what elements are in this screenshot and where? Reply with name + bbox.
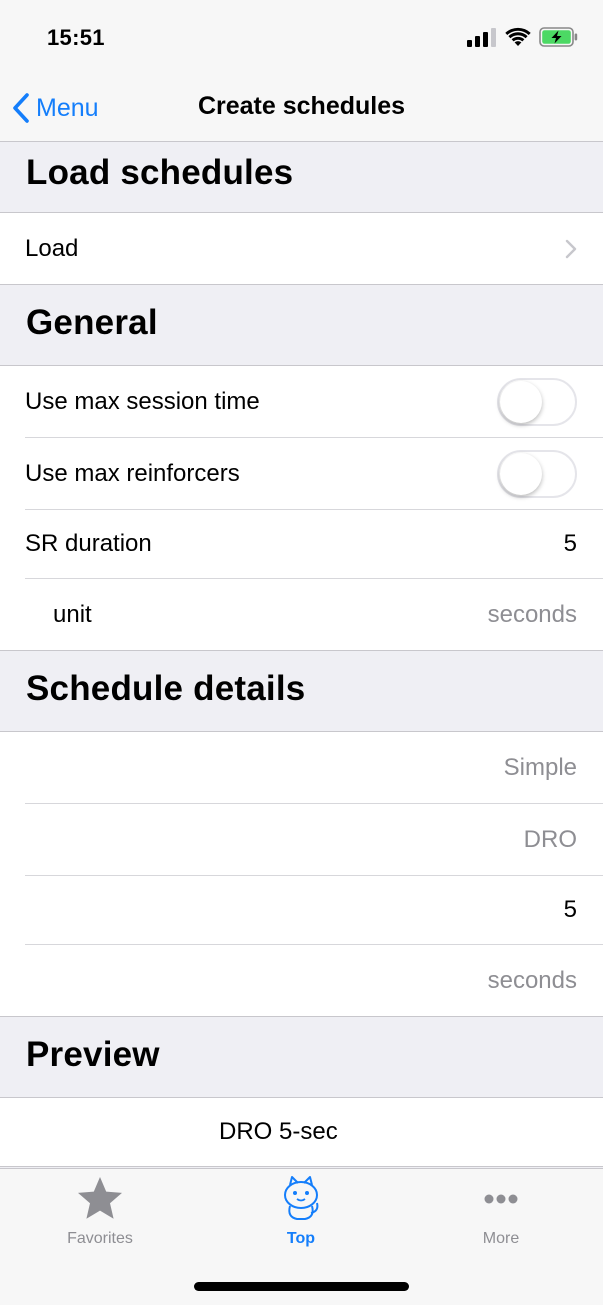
unit-row[interactable]: unit seconds: [25, 579, 603, 650]
schedule-type-value[interactable]: Simple: [504, 754, 577, 782]
chevron-right-icon: [565, 239, 577, 258]
star-icon: [78, 1177, 122, 1219]
schedule-details-group: Simple DRO 5 seconds: [0, 731, 603, 1017]
max-reinforcers-row: Use max reinforcers: [25, 438, 603, 510]
preview-row: DRO 5-sec: [0, 1097, 603, 1167]
more-dots-icon: [484, 1194, 518, 1204]
status-time: 15:51: [47, 25, 105, 50]
schedule-type-row[interactable]: Simple: [25, 732, 603, 804]
section-title: Load schedules: [26, 153, 294, 192]
section-header-schedule-details: Schedule details: [0, 651, 603, 731]
max-session-time-row: Use max session time: [25, 366, 603, 438]
load-row[interactable]: Load: [25, 213, 603, 284]
tab-label: Favorites: [67, 1230, 133, 1247]
schedule-kind-row[interactable]: DRO: [25, 804, 603, 876]
section-title: Preview: [26, 1035, 160, 1074]
schedule-value[interactable]: 5: [564, 896, 577, 924]
schedule-unit-value[interactable]: seconds: [488, 967, 577, 995]
battery-charging-icon: [539, 27, 578, 47]
schedule-value-row[interactable]: 5: [25, 876, 603, 945]
max-reinforcers-label: Use max reinforcers: [25, 459, 240, 487]
max-session-time-toggle[interactable]: [497, 377, 577, 426]
general-group: Use max session time Use max reinforcers…: [0, 365, 603, 651]
unit-label: unit: [53, 600, 92, 628]
schedule-unit-row[interactable]: seconds: [25, 945, 603, 1016]
page-title: Create schedules: [197, 92, 406, 120]
navigation-bar: Menu Create schedules: [0, 74, 603, 142]
tab-label: More: [482, 1230, 520, 1247]
tab-label: Top: [286, 1230, 316, 1247]
tab-favorites[interactable]: Favorites: [40, 1175, 160, 1248]
sr-duration-row[interactable]: SR duration 5: [25, 510, 603, 579]
toggle-knob: [500, 380, 542, 423]
tab-more[interactable]: More: [441, 1175, 561, 1248]
section-title: General: [26, 303, 158, 342]
max-reinforcers-toggle[interactable]: [497, 449, 577, 498]
preview-text: DRO 5-sec: [219, 1118, 338, 1145]
tab-top[interactable]: Top: [241, 1175, 361, 1248]
section-header-preview: Preview: [0, 1017, 603, 1097]
load-group: Load: [0, 212, 603, 285]
status-bar: 15:51: [0, 0, 603, 74]
max-session-time-label: Use max session time: [25, 387, 260, 415]
home-indicator[interactable]: [194, 1282, 409, 1291]
cellular-signal-icon: [467, 28, 496, 47]
cat-mascot-icon: [284, 1176, 319, 1220]
sr-duration-value[interactable]: 5: [564, 530, 577, 558]
section-header-load-schedules: Load schedules: [0, 142, 603, 212]
toggle-knob: [500, 452, 542, 495]
settings-list: Load schedules Load General Use max sess…: [0, 142, 603, 1167]
section-header-general: General: [0, 285, 603, 365]
unit-value[interactable]: seconds: [488, 601, 577, 629]
status-icons: [467, 24, 579, 50]
load-label: Load: [25, 234, 79, 262]
wifi-icon: [505, 27, 531, 46]
schedule-kind-value[interactable]: DRO: [524, 826, 577, 854]
sr-duration-label: SR duration: [25, 530, 152, 557]
section-title: Schedule details: [26, 669, 306, 708]
